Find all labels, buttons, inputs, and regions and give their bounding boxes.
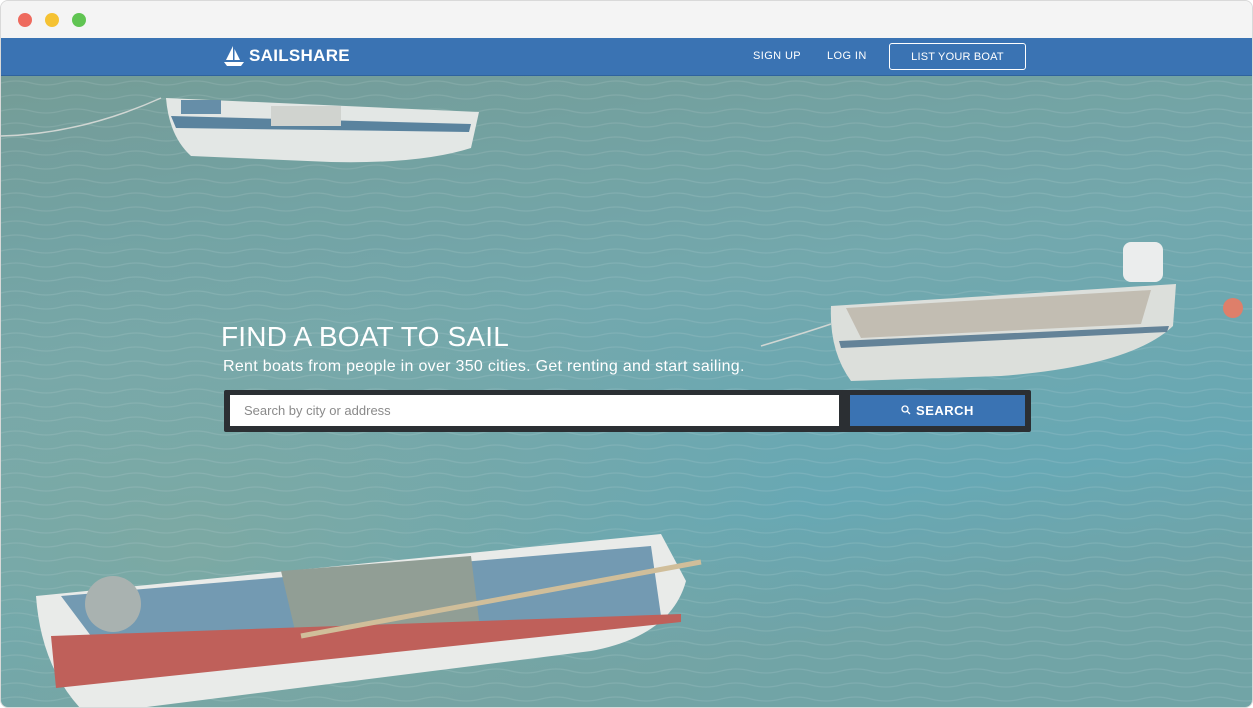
search-icon — [901, 403, 911, 418]
search-button-label: SEARCH — [916, 403, 974, 418]
close-window-button[interactable] — [18, 13, 32, 27]
search-bar: SEARCH — [224, 390, 1031, 432]
window-titlebar — [1, 1, 1252, 38]
top-navbar: SAILSHARE SIGN UP LOG IN LIST YOUR BOAT — [1, 38, 1252, 76]
log-in-link[interactable]: LOG IN — [827, 50, 867, 62]
hero-subtitle: Rent boats from people in over 350 citie… — [223, 358, 745, 375]
minimize-window-button[interactable] — [45, 13, 59, 27]
sign-up-link[interactable]: SIGN UP — [753, 50, 801, 62]
browser-window: SAILSHARE SIGN UP LOG IN LIST YOUR BOAT — [0, 0, 1253, 708]
brand-logo[interactable]: SAILSHARE — [223, 45, 350, 67]
maximize-window-button[interactable] — [72, 13, 86, 27]
search-button[interactable]: SEARCH — [850, 395, 1025, 426]
brand-name: SAILSHARE — [249, 46, 350, 65]
search-input[interactable] — [230, 395, 839, 426]
hero-title: FIND A BOAT TO SAIL — [221, 321, 510, 352]
hero-section: FIND A BOAT TO SAIL Rent boats from peop… — [1, 76, 1252, 707]
list-your-boat-button[interactable]: LIST YOUR BOAT — [889, 43, 1026, 70]
sailboat-icon — [223, 45, 245, 67]
